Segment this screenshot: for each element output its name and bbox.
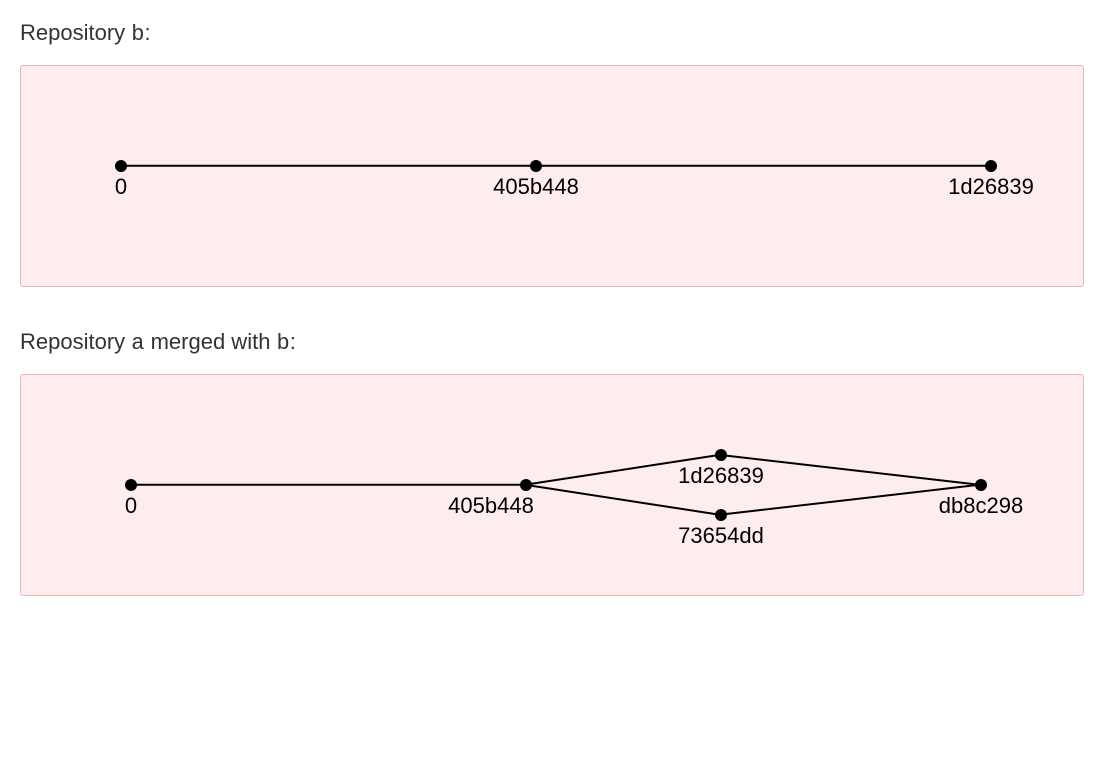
section2-mid: merged with [144, 329, 276, 354]
node-m-branch-bottom-label: 73654dd [678, 523, 764, 549]
section2-title: Repository a merged with b: [20, 329, 1086, 356]
section1-title: Repository b: [20, 20, 1086, 47]
section1-prefix: Repository [20, 20, 131, 45]
section1-suffix: : [144, 20, 150, 45]
node-m-merge-label: db8c298 [939, 493, 1023, 519]
node-m-commit-1 [520, 479, 532, 491]
node-commit-2 [985, 160, 997, 172]
section2-prefix: Repository [20, 329, 131, 354]
edges-svg-merged [21, 375, 1083, 597]
node-m-branch-top [715, 449, 727, 461]
node-commit-1-label: 405b448 [493, 174, 579, 200]
node-m-root-label: 0 [125, 493, 137, 519]
node-root [115, 160, 127, 172]
section2-repo-a: a [131, 331, 144, 356]
node-m-commit-1-label: 405b448 [448, 493, 534, 519]
node-m-root [125, 479, 137, 491]
node-m-merge [975, 479, 987, 491]
diagram-repo-b: 0 405b448 1d26839 [20, 65, 1084, 287]
diagram-merged: 0 405b448 1d26839 73654dd db8c298 [20, 374, 1084, 596]
section2-suffix: : [290, 329, 296, 354]
section2-repo-b: b [277, 331, 290, 356]
node-root-label: 0 [115, 174, 127, 200]
node-commit-1 [530, 160, 542, 172]
node-m-branch-bottom [715, 509, 727, 521]
node-m-branch-top-label: 1d26839 [678, 463, 764, 489]
node-commit-2-label: 1d26839 [948, 174, 1034, 200]
section1-repo-name: b [131, 22, 144, 47]
